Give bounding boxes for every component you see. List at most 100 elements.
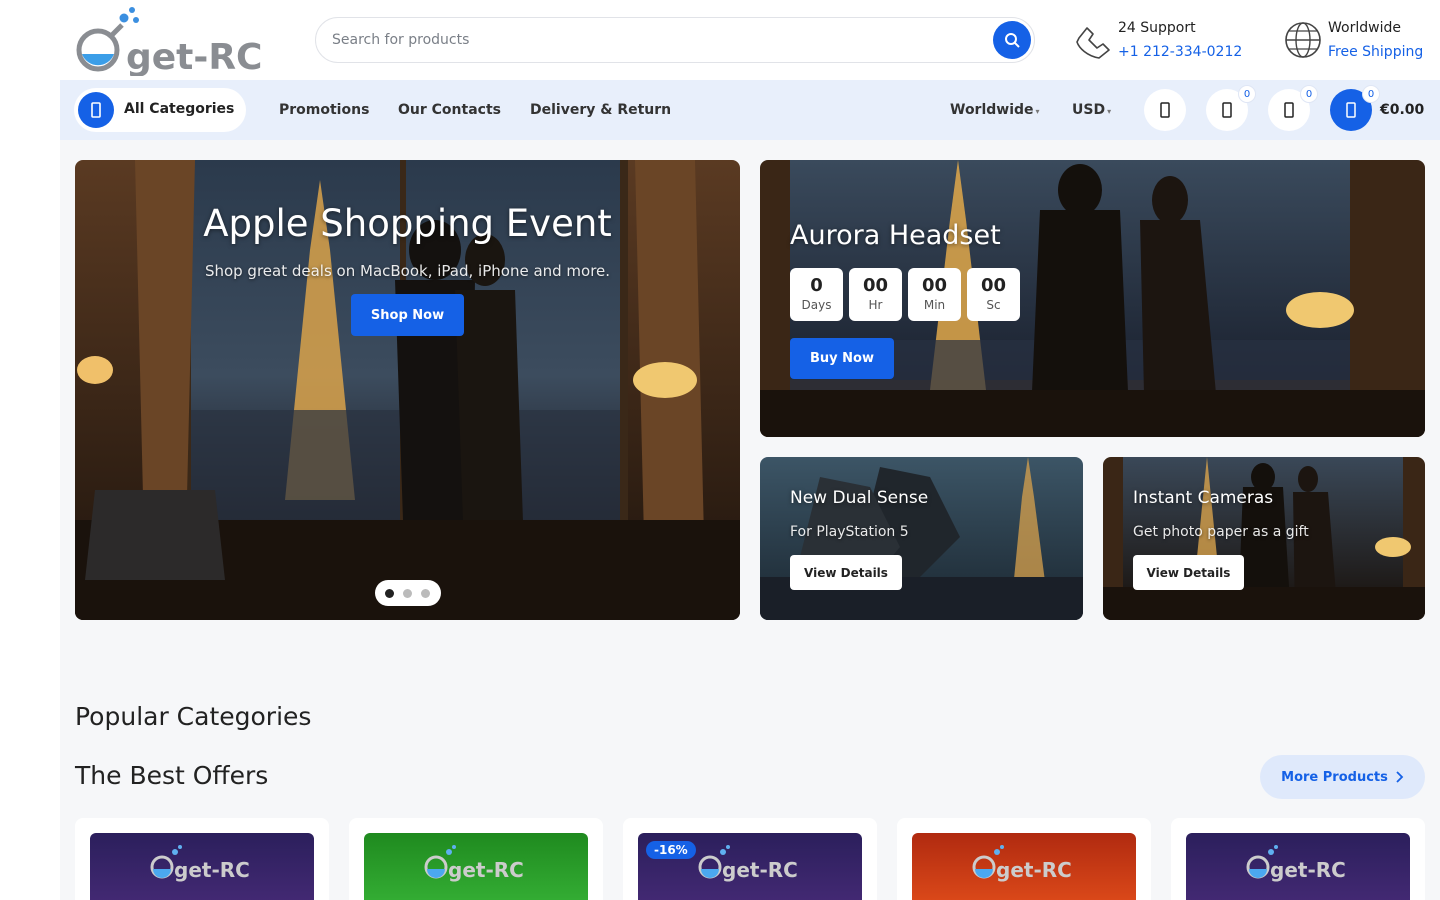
aurora-title: Aurora Headset — [790, 220, 1001, 251]
slider-dot-3[interactable] — [421, 589, 430, 598]
countdown-hours: 00 Hr — [849, 268, 902, 321]
best-offers-heading: The Best Offers — [75, 761, 269, 790]
dual-sense-title: New Dual Sense — [790, 488, 929, 508]
heart-icon — [1222, 102, 1232, 118]
all-categories-button[interactable]: All Categories — [74, 88, 246, 132]
countdown-days-value: 0 — [810, 275, 823, 296]
cart-total[interactable]: €0.00 — [1380, 102, 1424, 118]
slider-dot-1[interactable] — [385, 589, 394, 598]
cart-icon — [1346, 102, 1356, 118]
compare-count: 0 — [1300, 85, 1318, 103]
main-nav: All Categories Promotions Our Contacts D… — [60, 80, 1440, 140]
search-button[interactable] — [993, 21, 1031, 59]
product-logo: get-RC — [150, 845, 250, 882]
cart-button[interactable]: 0 — [1330, 85, 1380, 131]
hero-title: Apple Shopping Event — [203, 202, 612, 245]
buy-now-button[interactable]: Buy Now — [790, 338, 894, 379]
search-bar — [315, 17, 1035, 63]
dual-sense-banner[interactable]: New Dual Sense For PlayStation 5 View De… — [760, 457, 1083, 620]
logo-mark: get-RC — [76, 7, 262, 78]
instant-cameras-banner[interactable]: Instant Cameras Get photo paper as a gif… — [1103, 457, 1425, 620]
search-icon — [1005, 33, 1020, 48]
product-image: get-RC -16% — [638, 833, 862, 900]
user-icon — [1160, 102, 1170, 118]
dual-sense-subtitle: For PlayStation 5 — [790, 524, 909, 540]
currency-label: USD — [1072, 102, 1106, 118]
menu-icon — [78, 92, 114, 128]
discount-badge: -16% — [646, 841, 696, 859]
product-logo: get-RC — [1246, 845, 1346, 882]
support-phone[interactable]: +1 212-334-0212 — [1118, 44, 1242, 60]
countdown-seconds-value: 00 — [980, 275, 1007, 296]
globe-icon — [1285, 22, 1321, 58]
region-label: Worldwide — [950, 102, 1034, 118]
countdown-hours-value: 00 — [862, 275, 889, 296]
countdown-hours-unit: Hr — [868, 298, 883, 312]
compare-button[interactable]: 0 — [1268, 85, 1318, 131]
more-products-button[interactable]: More Products — [1260, 755, 1425, 799]
hero-banner[interactable]: Apple Shopping Event Shop great deals on… — [75, 160, 740, 620]
slider-dots — [375, 580, 441, 606]
shipping-info: Worldwide Free Shipping — [1283, 18, 1440, 64]
countdown-minutes: 00 Min — [908, 268, 961, 321]
product-card[interactable]: get-RC — [1171, 818, 1425, 900]
shipping-title: Worldwide — [1328, 20, 1401, 36]
wishlist-button[interactable]: 0 — [1206, 85, 1256, 131]
cart-count: 0 — [1362, 85, 1380, 103]
aurora-headset-banner[interactable]: Aurora Headset 0 Days 00 Hr 00 Min 00 Sc Buy… — [760, 160, 1425, 437]
phone-icon — [1076, 27, 1110, 59]
product-logo-text: get-RC — [722, 858, 798, 882]
search-input[interactable] — [332, 18, 972, 62]
compare-icon — [1284, 102, 1294, 118]
product-card[interactable]: get-RC — [349, 818, 603, 900]
product-image: get-RC — [90, 833, 314, 900]
account-button[interactable] — [1144, 89, 1186, 131]
popular-categories-heading: Popular Categories — [75, 702, 312, 731]
countdown-minutes-value: 00 — [921, 275, 948, 296]
instant-cameras-title: Instant Cameras — [1133, 488, 1274, 508]
countdown-seconds: 00 Sc — [967, 268, 1020, 321]
shop-now-button[interactable]: Shop Now — [351, 294, 464, 336]
page: get-RC 24 Support +1 212-334-0212 — [60, 0, 1440, 900]
countdown-days-unit: Days — [801, 298, 832, 312]
logo-text: get-RC — [126, 37, 262, 76]
product-logo-text: get-RC — [174, 858, 250, 882]
currency-select[interactable]: USD ▾ — [1072, 102, 1111, 118]
left-gutter — [0, 0, 60, 900]
product-logo-text: get-RC — [1270, 858, 1346, 882]
instant-cameras-view-details-button[interactable]: View Details — [1133, 555, 1244, 590]
all-categories-label: All Categories — [124, 101, 235, 117]
support-title: 24 Support — [1118, 20, 1196, 36]
support-info: 24 Support +1 212-334-0212 — [1073, 18, 1253, 64]
countdown-minutes-unit: Min — [923, 298, 946, 312]
site-logo[interactable]: get-RC — [74, 6, 284, 78]
product-logo: get-RC — [698, 845, 798, 882]
product-logo-text: get-RC — [448, 858, 524, 882]
product-image: get-RC — [364, 833, 588, 900]
countdown-seconds-unit: Sc — [986, 298, 1001, 312]
product-logo: get-RC — [424, 845, 524, 882]
slider-dot-2[interactable] — [403, 589, 412, 598]
nav-link-promotions[interactable]: Promotions — [279, 102, 369, 118]
chevron-down-icon: ▾ — [1107, 107, 1112, 116]
product-card[interactable]: get-RC — [897, 818, 1151, 900]
nav-link-delivery[interactable]: Delivery & Return — [530, 102, 671, 118]
product-image: get-RC — [912, 833, 1136, 900]
more-products-label: More Products — [1281, 769, 1388, 785]
dual-sense-view-details-button[interactable]: View Details — [790, 555, 902, 590]
product-card[interactable]: get-RC -16% — [623, 818, 877, 900]
hero-subtitle: Shop great deals on MacBook, iPad, iPhon… — [204, 262, 611, 280]
shipping-subtitle[interactable]: Free Shipping — [1328, 44, 1423, 60]
product-card[interactable]: get-RC — [75, 818, 329, 900]
chevron-right-icon — [1396, 771, 1404, 783]
product-logo-text: get-RC — [996, 858, 1072, 882]
instant-cameras-subtitle: Get photo paper as a gift — [1133, 524, 1309, 540]
countdown-days: 0 Days — [790, 268, 843, 321]
region-select[interactable]: Worldwide ▾ — [950, 102, 1040, 118]
nav-link-contacts[interactable]: Our Contacts — [398, 102, 501, 118]
product-logo: get-RC — [972, 845, 1072, 882]
top-header: get-RC 24 Support +1 212-334-0212 — [60, 0, 1440, 80]
chevron-down-icon: ▾ — [1035, 107, 1040, 116]
product-image: get-RC — [1186, 833, 1410, 900]
wishlist-count: 0 — [1238, 85, 1256, 103]
